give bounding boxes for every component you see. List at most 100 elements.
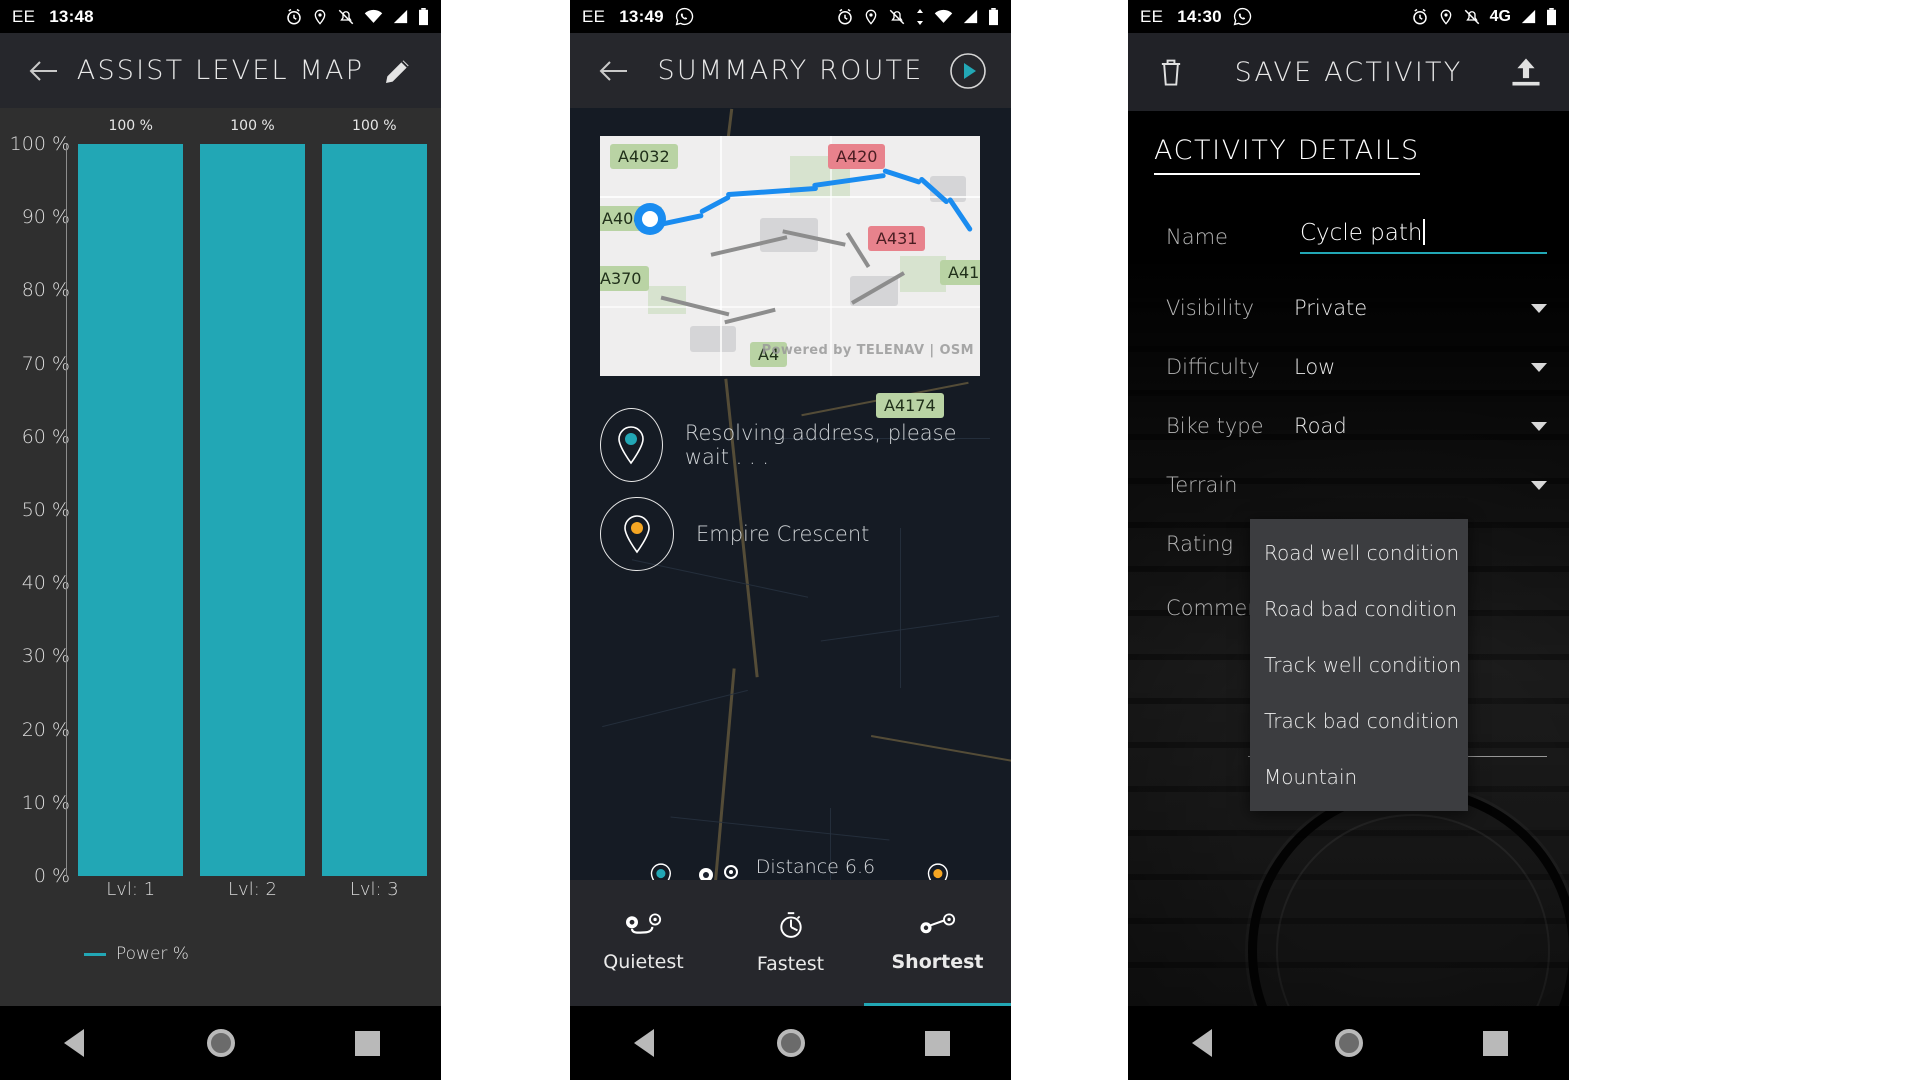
back-arrow-icon <box>29 60 57 81</box>
field-row-terrain[interactable]: Terrain <box>1166 473 1547 497</box>
nav-back-icon <box>63 1029 84 1057</box>
app-bar: SUMMARY ROUTE <box>570 33 1011 108</box>
road-shield: A4174 <box>876 393 944 418</box>
y-tick-20: 20 % <box>21 718 70 741</box>
alarm-icon <box>1412 8 1427 24</box>
field-row-difficulty[interactable]: Difficulty Low <box>1166 355 1547 379</box>
phone-1-assist-level-map: EE 13:48 ASSIST LEVEL MAP 100 % 90 % 80 … <box>0 0 441 1080</box>
text-cursor <box>1423 219 1426 245</box>
upload-button[interactable] <box>1503 49 1549 95</box>
assist-level-chart: 100 % 90 % 80 % 70 % 60 % 50 % 40 % 30 %… <box>0 108 441 1006</box>
whatsapp-icon <box>675 7 694 26</box>
bar-value-label: 100 % <box>108 118 153 134</box>
delete-button[interactable] <box>1148 49 1194 95</box>
trash-icon <box>1161 59 1181 86</box>
end-pin-icon <box>624 515 650 554</box>
wifi-icon <box>934 9 953 23</box>
bar-column-lvl2[interactable]: 100 % <box>199 118 306 876</box>
notifications-off-icon <box>889 9 905 24</box>
nav-back-button[interactable] <box>44 1013 104 1073</box>
field-label-difficulty: Difficulty <box>1166 355 1260 379</box>
tab-fastest[interactable]: Fastest <box>717 880 864 1006</box>
field-label-name: Name <box>1166 224 1228 249</box>
nav-home-button[interactable] <box>191 1013 251 1073</box>
nav-home-icon <box>1334 1029 1363 1057</box>
chevron-down-icon[interactable] <box>1531 362 1547 372</box>
field-row-name[interactable]: Name Cycle path <box>1166 219 1547 254</box>
bar-column-lvl3[interactable]: 100 % <box>321 118 427 876</box>
field-row-bike-type[interactable]: Bike type Road <box>1166 414 1547 438</box>
x-label-lvl3: Lvl: 3 <box>349 879 399 900</box>
android-nav-bar <box>570 1006 1011 1080</box>
whatsapp-icon <box>1233 7 1252 26</box>
back-button[interactable] <box>590 48 636 94</box>
route-short-icon <box>919 913 955 934</box>
nav-home-button[interactable] <box>1319 1013 1379 1073</box>
nav-recents-button[interactable] <box>1466 1013 1526 1073</box>
tab-quietest[interactable]: Quietest <box>570 880 717 1006</box>
phone-2-summary-route: EE 13:49 SUMMARY ROUTE A4032 A4044 A370 … <box>570 0 1011 1080</box>
y-tick-30: 30 % <box>21 645 70 668</box>
stopwatch-icon <box>779 912 802 938</box>
nav-home-button[interactable] <box>761 1013 821 1073</box>
status-icons: 4G <box>1411 7 1557 26</box>
start-pin-circle <box>600 408 663 482</box>
chevron-down-icon[interactable] <box>1531 303 1547 313</box>
dropdown-option-track-well[interactable]: Track well condition <box>1250 637 1468 693</box>
bar-lvl2[interactable] <box>199 144 306 876</box>
dropdown-option-mountain[interactable]: Mountain <box>1250 749 1468 805</box>
battery-icon <box>1547 7 1556 25</box>
start-address-row[interactable]: Resolving address, please wait . . . <box>600 408 991 482</box>
nav-back-icon <box>1191 1029 1212 1057</box>
y-tick-50: 50 % <box>21 499 70 521</box>
bar-lvl3[interactable] <box>321 144 427 876</box>
bar-lvl1[interactable] <box>78 144 184 876</box>
road-shield: A370 <box>600 266 650 291</box>
nav-recents-icon <box>355 1030 380 1056</box>
bar-column-lvl1[interactable]: 100 % <box>78 118 184 876</box>
carrier-label: EE <box>582 6 606 26</box>
nav-recents-button[interactable] <box>338 1013 398 1073</box>
android-nav-bar <box>0 1006 441 1080</box>
route-map[interactable]: A4032 A4044 A370 A420 A431 A417 A4 Power… <box>600 136 980 376</box>
road-shield: A4032 <box>610 144 678 169</box>
screenshot-stage: EE 13:48 ASSIST LEVEL MAP 100 % 90 % 80 … <box>0 0 1920 1080</box>
end-address-row[interactable]: Empire Crescent <box>600 497 991 571</box>
legend-swatch-power <box>84 952 106 956</box>
y-tick-0: 0 % <box>33 865 70 887</box>
route-icon <box>625 913 661 934</box>
dropdown-option-road-bad[interactable]: Road bad condition <box>1250 581 1468 637</box>
chart-legend: Power % <box>84 944 189 964</box>
app-bar: ASSIST LEVEL MAP <box>0 33 441 108</box>
name-input-value: Cycle path <box>1300 220 1423 246</box>
chevron-down-icon[interactable] <box>1531 421 1547 431</box>
chevron-down-icon[interactable] <box>1531 480 1547 490</box>
current-location-marker <box>634 203 666 235</box>
phone-3-save-activity: EE 14:30 4G SAVE ACTIVITY ACTIVITY DETAI… <box>1128 0 1569 1080</box>
dropdown-option-track-bad[interactable]: Track bad condition <box>1250 693 1468 749</box>
name-input[interactable]: Cycle path <box>1300 219 1547 254</box>
field-row-visibility[interactable]: Visibility Private <box>1166 296 1547 320</box>
bar-value-label: 100 % <box>230 118 275 134</box>
nav-back-button[interactable] <box>614 1013 674 1073</box>
edit-button[interactable] <box>375 48 421 94</box>
bar-group: 100 % 100 % 100 % <box>78 118 427 876</box>
dropdown-option-road-well[interactable]: Road well condition <box>1250 525 1468 581</box>
end-address-label: Empire Crescent <box>696 522 870 546</box>
y-tick-10: 10 % <box>21 791 70 814</box>
nav-recents-button[interactable] <box>908 1013 968 1073</box>
field-label-bike-type: Bike type <box>1166 414 1264 438</box>
road-shield: A431 <box>868 226 926 251</box>
play-button[interactable] <box>945 48 991 94</box>
back-button[interactable] <box>20 48 66 94</box>
nav-back-button[interactable] <box>1172 1013 1232 1073</box>
tab-label-quietest: Quietest <box>603 951 684 973</box>
tab-shortest[interactable]: Shortest <box>864 880 1011 1006</box>
wifi-icon <box>364 9 383 23</box>
play-circle-icon <box>950 52 986 89</box>
bike-type-value: Road <box>1294 414 1347 438</box>
terrain-dropdown-menu[interactable]: Road well condition Road bad condition T… <box>1250 519 1468 811</box>
back-arrow-icon <box>599 60 627 81</box>
x-label-lvl1: Lvl: 1 <box>106 879 156 900</box>
road-shield: A420 <box>828 144 886 169</box>
